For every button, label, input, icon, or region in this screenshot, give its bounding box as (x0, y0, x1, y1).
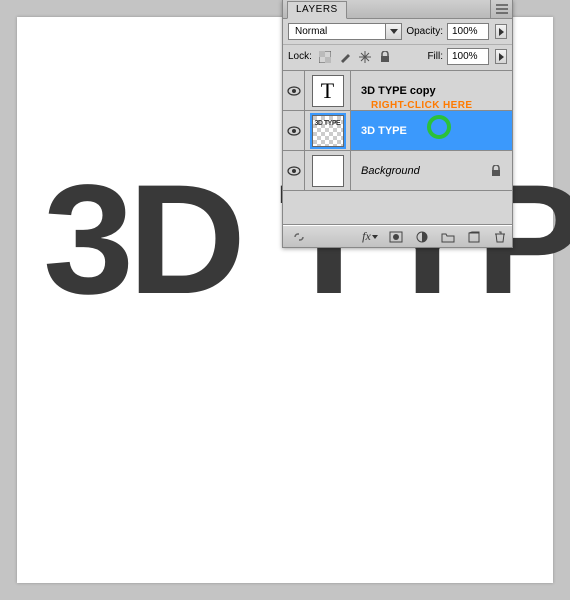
lock-label: Lock: (288, 51, 312, 62)
layers-panel: LAYERS Normal Opacity: 100% Lock: Fill: … (282, 0, 513, 248)
lock-position-icon[interactable] (358, 50, 372, 64)
annotation-highlight-circle (427, 115, 451, 139)
link-layers-button[interactable] (291, 230, 307, 244)
layer-style-button[interactable]: fx (362, 230, 378, 244)
blend-opacity-row: Normal Opacity: 100% (283, 19, 512, 45)
fill-value: 100% (452, 51, 478, 62)
layer-thumbnail[interactable]: T (305, 71, 351, 110)
panel-menu-button[interactable] (490, 0, 512, 18)
lock-transparency-icon[interactable] (318, 50, 332, 64)
layer-name: 3D TYPE copy (361, 85, 436, 97)
opacity-flyout-button[interactable] (495, 24, 507, 39)
lock-buttons-group (318, 50, 392, 64)
visibility-toggle[interactable] (283, 111, 305, 150)
thumb-preview-text: 3D TYPE (315, 120, 341, 127)
opacity-input[interactable]: 100% (447, 23, 489, 40)
annotation-right-click: RIGHT-CLICK HERE (371, 100, 472, 111)
layer-row[interactable]: Background (283, 151, 512, 191)
layer-name: 3D TYPE (361, 125, 407, 137)
fill-label: Fill: (427, 51, 443, 62)
visibility-toggle[interactable] (283, 151, 305, 190)
tab-layers[interactable]: LAYERS (287, 1, 347, 19)
panel-footer: fx (283, 225, 512, 247)
visibility-toggle[interactable] (283, 71, 305, 110)
panel-tab-bar: LAYERS (283, 0, 512, 19)
fill-flyout-button[interactable] (495, 49, 507, 64)
new-group-button[interactable] (440, 230, 456, 244)
layer-list-empty-area[interactable] (283, 191, 512, 225)
lock-fill-row: Lock: Fill: 100% (283, 45, 512, 71)
raster-layer-thumb-icon: 3D TYPE (312, 115, 344, 147)
blend-mode-select[interactable]: Normal (288, 23, 402, 40)
opacity-label: Opacity: (406, 26, 443, 37)
lock-pixels-icon[interactable] (338, 50, 352, 64)
lock-icon (490, 165, 502, 177)
lock-all-icon[interactable] (378, 50, 392, 64)
layer-name-area[interactable]: Background (351, 151, 512, 190)
type-layer-thumb-icon: T (312, 75, 344, 107)
chevron-down-icon (385, 24, 401, 39)
layer-list: T 3D TYPE copy 3D TYPE 3D TYPE (283, 71, 512, 225)
bg-layer-thumb-icon (312, 155, 344, 187)
blend-mode-value: Normal (289, 26, 333, 37)
opacity-value: 100% (452, 26, 478, 37)
layer-row[interactable]: 3D TYPE 3D TYPE (283, 111, 512, 151)
delete-layer-button[interactable] (492, 230, 508, 244)
layer-thumbnail[interactable] (305, 151, 351, 190)
layer-mask-button[interactable] (388, 230, 404, 244)
adjustment-layer-button[interactable] (414, 230, 430, 244)
fill-input[interactable]: 100% (447, 48, 489, 65)
layer-thumbnail[interactable]: 3D TYPE (305, 111, 351, 150)
layer-name: Background (361, 165, 420, 177)
new-layer-button[interactable] (466, 230, 482, 244)
layer-name-area[interactable]: 3D TYPE (351, 111, 512, 150)
